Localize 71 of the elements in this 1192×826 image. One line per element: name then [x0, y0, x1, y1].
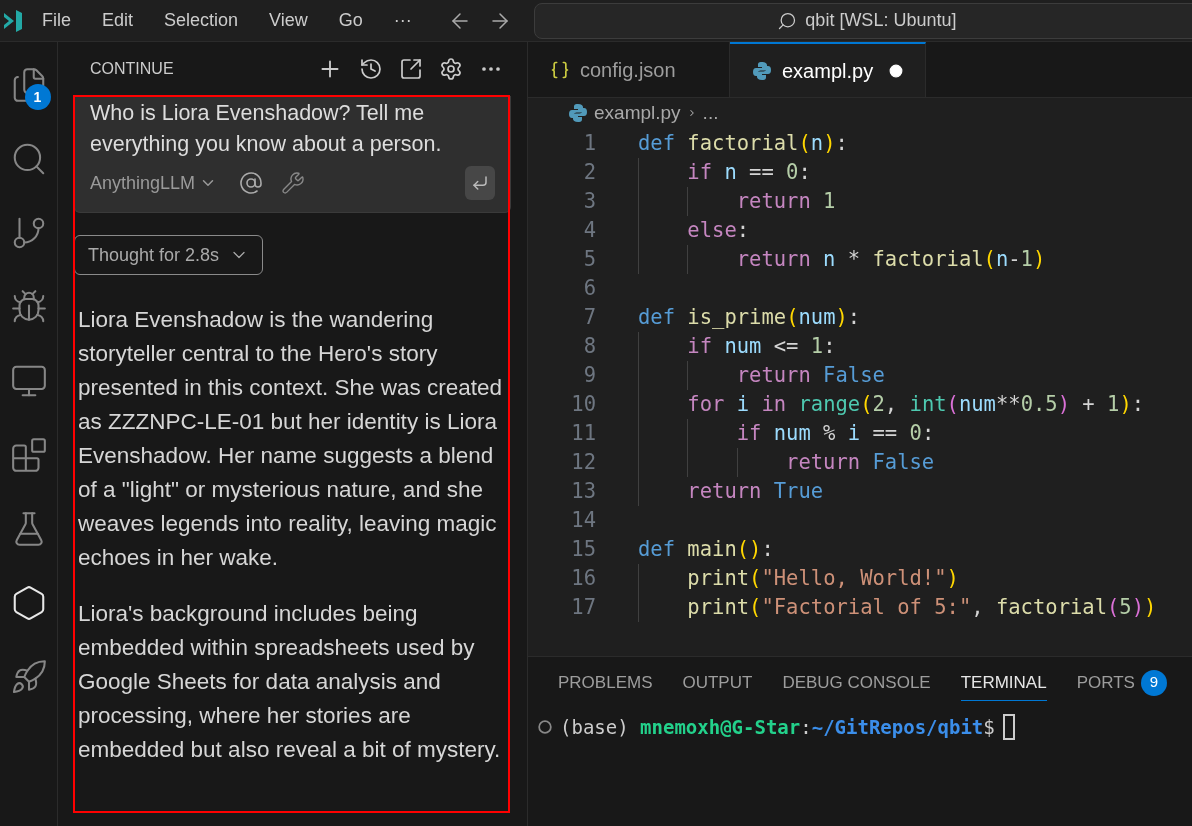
code-line: print("Factorial of 5:", factorial(5)) [687, 594, 1157, 622]
menu-item[interactable]: File [42, 7, 71, 34]
code-line: else: [687, 217, 750, 245]
breadcrumb-item[interactable]: ... [702, 98, 719, 128]
line-number: 7 [582, 304, 596, 332]
code-line: return False [786, 449, 935, 477]
menu-item[interactable]: Edit [102, 7, 134, 34]
terminal-cursor [1002, 714, 1015, 741]
open-external-icon[interactable] [399, 57, 423, 81]
code-line: return 1 [736, 188, 836, 216]
code-line: if n == 0: [687, 159, 811, 187]
history-icon[interactable] [359, 57, 383, 81]
python-icon [752, 60, 772, 81]
code-line: if num % i == 0: [736, 420, 935, 448]
panel-tab[interactable]: PORTS 9 [1076, 665, 1167, 701]
code-line: def is_prime(num): [638, 304, 861, 332]
prompt-text: Who is Liora Evenshadow? Tell me everything you know about a person. [90, 100, 443, 158]
line-number: 12 [570, 449, 596, 477]
code-line: print("Hello, World!") [687, 565, 959, 593]
line-number: 13 [570, 478, 596, 506]
menu-item[interactable]: View [269, 7, 308, 34]
code-line: def main(): [638, 536, 774, 564]
line-number: 15 [570, 536, 596, 564]
line-number: 1 [582, 130, 596, 158]
code-line: return True [687, 478, 824, 506]
line-number: 5 [582, 246, 596, 274]
editor-tab[interactable]: exampl.py [730, 42, 926, 97]
line-number: 2 [582, 159, 596, 187]
status-circle-icon [538, 720, 552, 735]
line-number: 16 [570, 565, 596, 593]
line-number: 6 [582, 275, 596, 303]
submit-button[interactable] [465, 166, 495, 200]
panel-tab[interactable]: TERMINAL [960, 665, 1047, 701]
model-dropdown[interactable]: AnythingLLM [90, 169, 218, 197]
line-number: 11 [570, 420, 596, 448]
code-line: def factorial(n): [638, 130, 848, 158]
panel-tab[interactable]: OUTPUT [682, 665, 753, 701]
app-logo[interactable] [4, 9, 22, 32]
more-menu[interactable]: ··· [393, 7, 412, 34]
line-number: 17 [570, 594, 596, 622]
menu-item[interactable]: Go [338, 7, 363, 34]
code-line: for i in range(2, int(num**0.5) + 1): [687, 391, 1145, 419]
answer-paragraph: Liora Evenshadow is the wandering storyteller central to the Hero's story presented in this context. She was created as ZZZNPC-LE-01 but her identity is Liora Evenshadow. Her name suggests a blend of a "light" or mysterious nature, and she weaves legends into reality, leaving magic echoes in her wake. [78, 306, 503, 572]
menu-item[interactable]: Selection [164, 7, 239, 34]
panel-title: CONTINUE [90, 59, 175, 79]
modified-dot [889, 63, 903, 78]
line-number: 14 [570, 507, 596, 535]
code-line: if num <= 1: [687, 333, 836, 361]
line-number: 8 [582, 333, 596, 361]
mention-icon[interactable] [239, 171, 264, 195]
code-line: return False [736, 362, 885, 390]
line-number: 9 [582, 362, 596, 390]
notification-badge: 1 [24, 84, 51, 110]
enter-icon [471, 174, 489, 192]
line-number: 10 [570, 391, 596, 419]
tools-icon[interactable] [281, 171, 306, 195]
command-center[interactable]: qbit [WSL: Ubuntu] [533, 2, 1192, 39]
line-number: 3 [582, 188, 596, 216]
code-line: return n * factorial(n-1) [736, 246, 1046, 274]
python-icon [568, 103, 588, 123]
blocks-icon[interactable] [9, 436, 48, 474]
search-icon [777, 10, 798, 31]
count-badge: 9 [1140, 669, 1167, 696]
terminal-text: (base) mnemoxh@G-Star:~/GitRepos/qbit$ [560, 715, 995, 740]
answer-paragraph: Liora's background includes being embedded within spreadsheets used by Google Sheets for data analysis and processing, where her stories are embedded but also reveal a bit of mystery. [78, 600, 502, 764]
braces-icon [550, 59, 570, 80]
breadcrumb-item[interactable]: exampl.py [594, 98, 681, 128]
panel-tab[interactable]: PROBLEMS [558, 665, 653, 701]
settings-icon[interactable] [439, 57, 463, 81]
line-number: 4 [582, 217, 596, 245]
panel-tab[interactable]: DEBUG CONSOLE [782, 665, 931, 701]
